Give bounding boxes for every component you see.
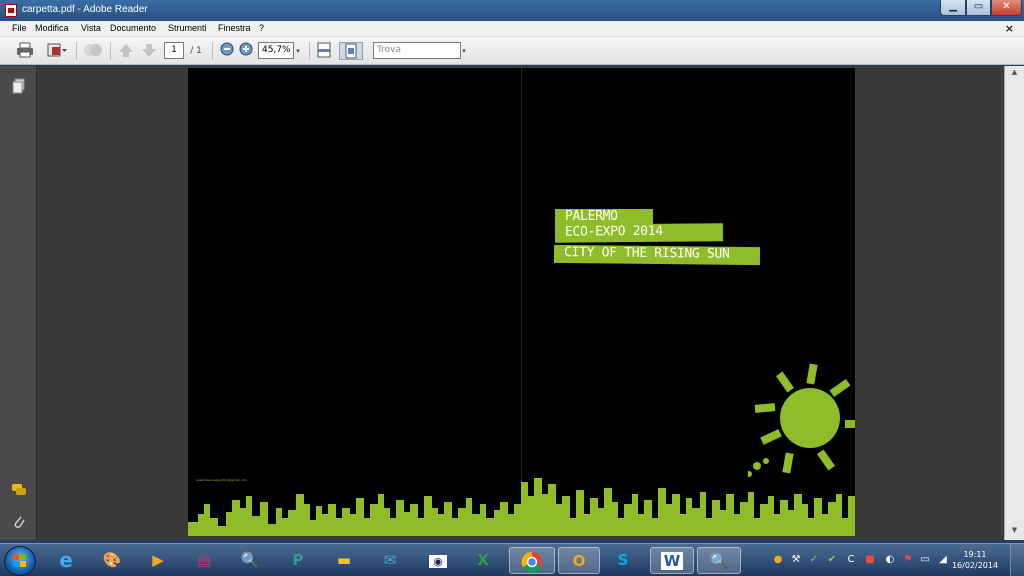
- zoom-out-icon[interactable]: [219, 42, 235, 60]
- title-bar: carpetta.pdf - Adobe Reader ▁ ▭ ✕: [0, 0, 1024, 21]
- paint-icon[interactable]: 🎨: [92, 547, 132, 574]
- window-title: carpetta.pdf - Adobe Reader: [22, 4, 148, 15]
- tray-antivirus-icon[interactable]: ■: [864, 554, 876, 566]
- tray-volume-icon[interactable]: ◢: [937, 554, 949, 566]
- close-button[interactable]: ✕: [991, 0, 1022, 16]
- publisher-icon[interactable]: P: [278, 547, 318, 574]
- search-app-icon[interactable]: 🔍: [697, 547, 741, 574]
- show-desktop-button[interactable]: [1010, 544, 1024, 576]
- vertical-scrollbar[interactable]: ▲ ▼: [1004, 66, 1024, 540]
- file-explorer-icon[interactable]: ▬: [324, 547, 364, 574]
- tray-display-icon[interactable]: ▭: [919, 554, 931, 566]
- tray-flag-icon[interactable]: ⚑: [902, 554, 914, 566]
- minimize-button[interactable]: ▁: [940, 0, 966, 16]
- taskbar: e 🎨 ▶ ▤ 🔍 P ▬ ✉ ◉ X O S W 🔍 ● ⚒ ✓ ✔ C ■ …: [0, 543, 1024, 576]
- page-total: / 1: [190, 46, 202, 56]
- chrome-icon[interactable]: [509, 547, 555, 574]
- media-player-icon[interactable]: ▶: [138, 547, 178, 574]
- banner-line-2: ECO-EXPO 2014: [554, 223, 724, 243]
- document-close-button[interactable]: ×: [1005, 22, 1014, 35]
- page-fold: [521, 68, 522, 536]
- scroll-up-icon[interactable]: ▲: [1008, 68, 1021, 80]
- clock-time: 19:11: [963, 550, 987, 559]
- pdf-app-icon: [5, 4, 17, 17]
- menu-vista[interactable]: Vista: [81, 23, 101, 33]
- fit-page-icon[interactable]: [339, 42, 363, 60]
- tray-shield-icon[interactable]: ✔: [826, 554, 838, 566]
- zoom-dropdown-icon[interactable]: ▾: [294, 42, 302, 60]
- skype-icon[interactable]: S: [603, 547, 643, 574]
- create-pdf-icon[interactable]: [44, 42, 70, 60]
- attachments-icon[interactable]: [11, 514, 27, 530]
- previous-page-icon[interactable]: [117, 42, 135, 60]
- tray-bluetooth-icon[interactable]: ◐: [884, 554, 896, 566]
- word-icon[interactable]: W: [650, 547, 694, 574]
- banner-text-2: ECO-EXPO 2014: [564, 223, 663, 240]
- fit-width-icon[interactable]: [314, 42, 334, 60]
- menu-file[interactable]: File: [12, 23, 27, 33]
- toolbar: 1 / 1 45,7% ▾ Trova ▾: [0, 37, 1024, 65]
- city-skyline: [188, 478, 855, 536]
- zoom-level-input[interactable]: 45,7%: [258, 42, 294, 59]
- internet-explorer-icon[interactable]: e: [46, 547, 86, 574]
- menu-strumenti[interactable]: Strumenti: [168, 23, 207, 33]
- start-button[interactable]: [4, 546, 36, 576]
- sun-graphic: [748, 363, 855, 477]
- menu-finestra[interactable]: Finestra: [218, 23, 251, 33]
- magnifier-icon[interactable]: 🔍: [230, 547, 270, 574]
- banner-line-3: CITY OF THE RISING SUN: [553, 244, 761, 266]
- maximize-button[interactable]: ▭: [966, 0, 991, 16]
- banner-text-3: CITY OF THE RISING SUN: [563, 245, 730, 262]
- zoom-in-icon[interactable]: [238, 42, 254, 60]
- menu-documento[interactable]: Documento: [110, 23, 156, 33]
- search-input[interactable]: Trova: [373, 42, 461, 59]
- tray-c-icon[interactable]: C: [845, 554, 857, 566]
- page-thumbnails-icon[interactable]: [11, 78, 27, 94]
- snipping-icon[interactable]: ◉: [418, 547, 458, 574]
- thunderbird-icon[interactable]: ✉: [370, 547, 410, 574]
- winrar-icon[interactable]: ▤: [184, 547, 224, 574]
- tray-check-icon[interactable]: ✓: [808, 554, 820, 566]
- excel-icon[interactable]: X: [463, 547, 503, 574]
- banner-text-1: PALERMO: [565, 209, 618, 224]
- outlook-icon[interactable]: O: [558, 547, 600, 574]
- menu-help[interactable]: ?: [259, 23, 264, 33]
- clock[interactable]: 19:11 16/02/2014: [950, 549, 1000, 571]
- tray-notification-icon[interactable]: ●: [772, 554, 784, 566]
- navigation-panel: [0, 66, 37, 540]
- clock-date: 16/02/2014: [951, 561, 999, 570]
- search-dropdown-icon[interactable]: ▾: [460, 42, 468, 60]
- menu-bar: File Modifica Vista Documento Strumenti …: [0, 21, 1024, 37]
- print-icon[interactable]: [14, 42, 36, 60]
- pdf-page: PALERMO ECO-EXPO 2014 CITY OF THE RISING…: [188, 68, 855, 536]
- collaborate-icon[interactable]: [82, 42, 104, 60]
- comments-icon[interactable]: [11, 483, 27, 499]
- next-page-icon[interactable]: [140, 42, 158, 60]
- scroll-down-icon[interactable]: ▼: [1008, 526, 1021, 538]
- tray-network-tool-icon[interactable]: ⚒: [790, 554, 802, 566]
- menu-modifica[interactable]: Modifica: [35, 23, 69, 33]
- page-number-input[interactable]: 1: [164, 42, 184, 59]
